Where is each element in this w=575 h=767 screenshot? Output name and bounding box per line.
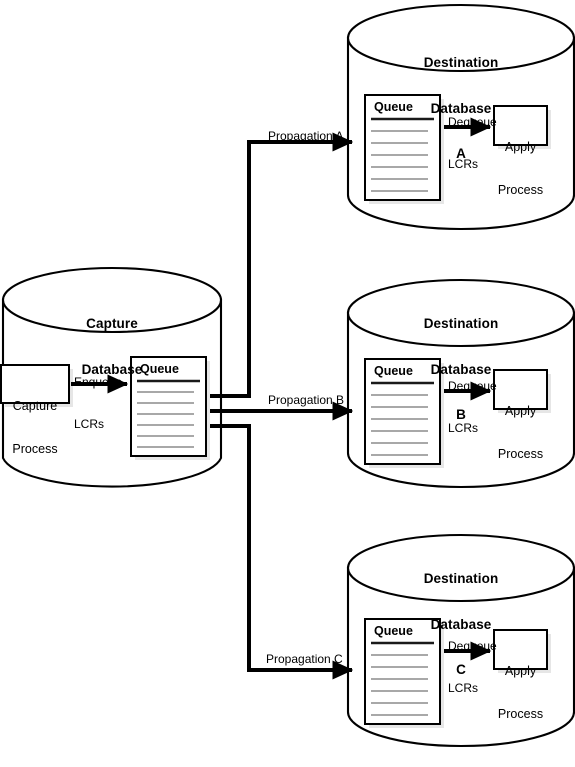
streams-propagation-diagram: Destination Database A Queue Dequeue LCR… bbox=[0, 0, 575, 767]
destination-a-title-line1: Destination bbox=[423, 55, 499, 71]
dequeue-lcrs-label-c: Dequeue LCRs bbox=[448, 612, 497, 723]
apply-process-label-a: Apply Process bbox=[494, 111, 547, 226]
destination-b-queue-label: Queue bbox=[374, 364, 413, 378]
enqueue-label-line2: LCRs bbox=[74, 416, 105, 431]
capture-queue-label: Queue bbox=[140, 362, 179, 376]
dequeue-lcrs-label-b: Dequeue LCRs bbox=[448, 352, 497, 463]
capture-process-label: Capture Process bbox=[1, 370, 69, 485]
propagation-c-label: Propagation C bbox=[266, 652, 343, 666]
propagation-c-line bbox=[206, 424, 354, 680]
apply-process-c-line1: Apply bbox=[504, 663, 537, 678]
destination-a-queue-label: Queue bbox=[374, 100, 413, 114]
apply-process-a-line2: Process bbox=[497, 182, 544, 197]
propagation-b-label: Propagation B bbox=[268, 393, 345, 407]
capture-title-line1: Capture bbox=[86, 316, 138, 332]
apply-process-b-line2: Process bbox=[497, 446, 544, 461]
dequeue-lcrs-label-a: Dequeue LCRs bbox=[448, 88, 497, 199]
apply-process-label-c: Apply Process bbox=[494, 635, 547, 750]
apply-process-label-b: Apply Process bbox=[494, 375, 547, 490]
destination-c-queue-label: Queue bbox=[374, 624, 413, 638]
propagation-a-line bbox=[206, 132, 354, 398]
enqueue-lcrs-label: Enqueue LCRs bbox=[74, 348, 122, 459]
apply-process-b-line1: Apply bbox=[504, 403, 537, 418]
destination-c-title-line1: Destination bbox=[423, 571, 499, 587]
dequeue-label-c-line1: Dequeue bbox=[448, 638, 497, 653]
apply-process-c-line2: Process bbox=[497, 706, 544, 721]
destination-b-title-line1: Destination bbox=[423, 316, 499, 332]
capture-process-line2: Process bbox=[12, 441, 58, 456]
capture-process-line1: Capture bbox=[12, 398, 58, 413]
dequeue-label-c-line2: LCRs bbox=[448, 680, 479, 695]
dequeue-label-a-line1: Dequeue bbox=[448, 114, 497, 129]
enqueue-label-line1: Enqueue bbox=[74, 374, 123, 389]
dequeue-label-a-line2: LCRs bbox=[448, 156, 479, 171]
apply-process-a-line1: Apply bbox=[504, 139, 537, 154]
propagation-a-label: Propagation A bbox=[268, 129, 344, 143]
dequeue-label-b-line1: Dequeue bbox=[448, 378, 497, 393]
dequeue-label-b-line2: LCRs bbox=[448, 420, 479, 435]
